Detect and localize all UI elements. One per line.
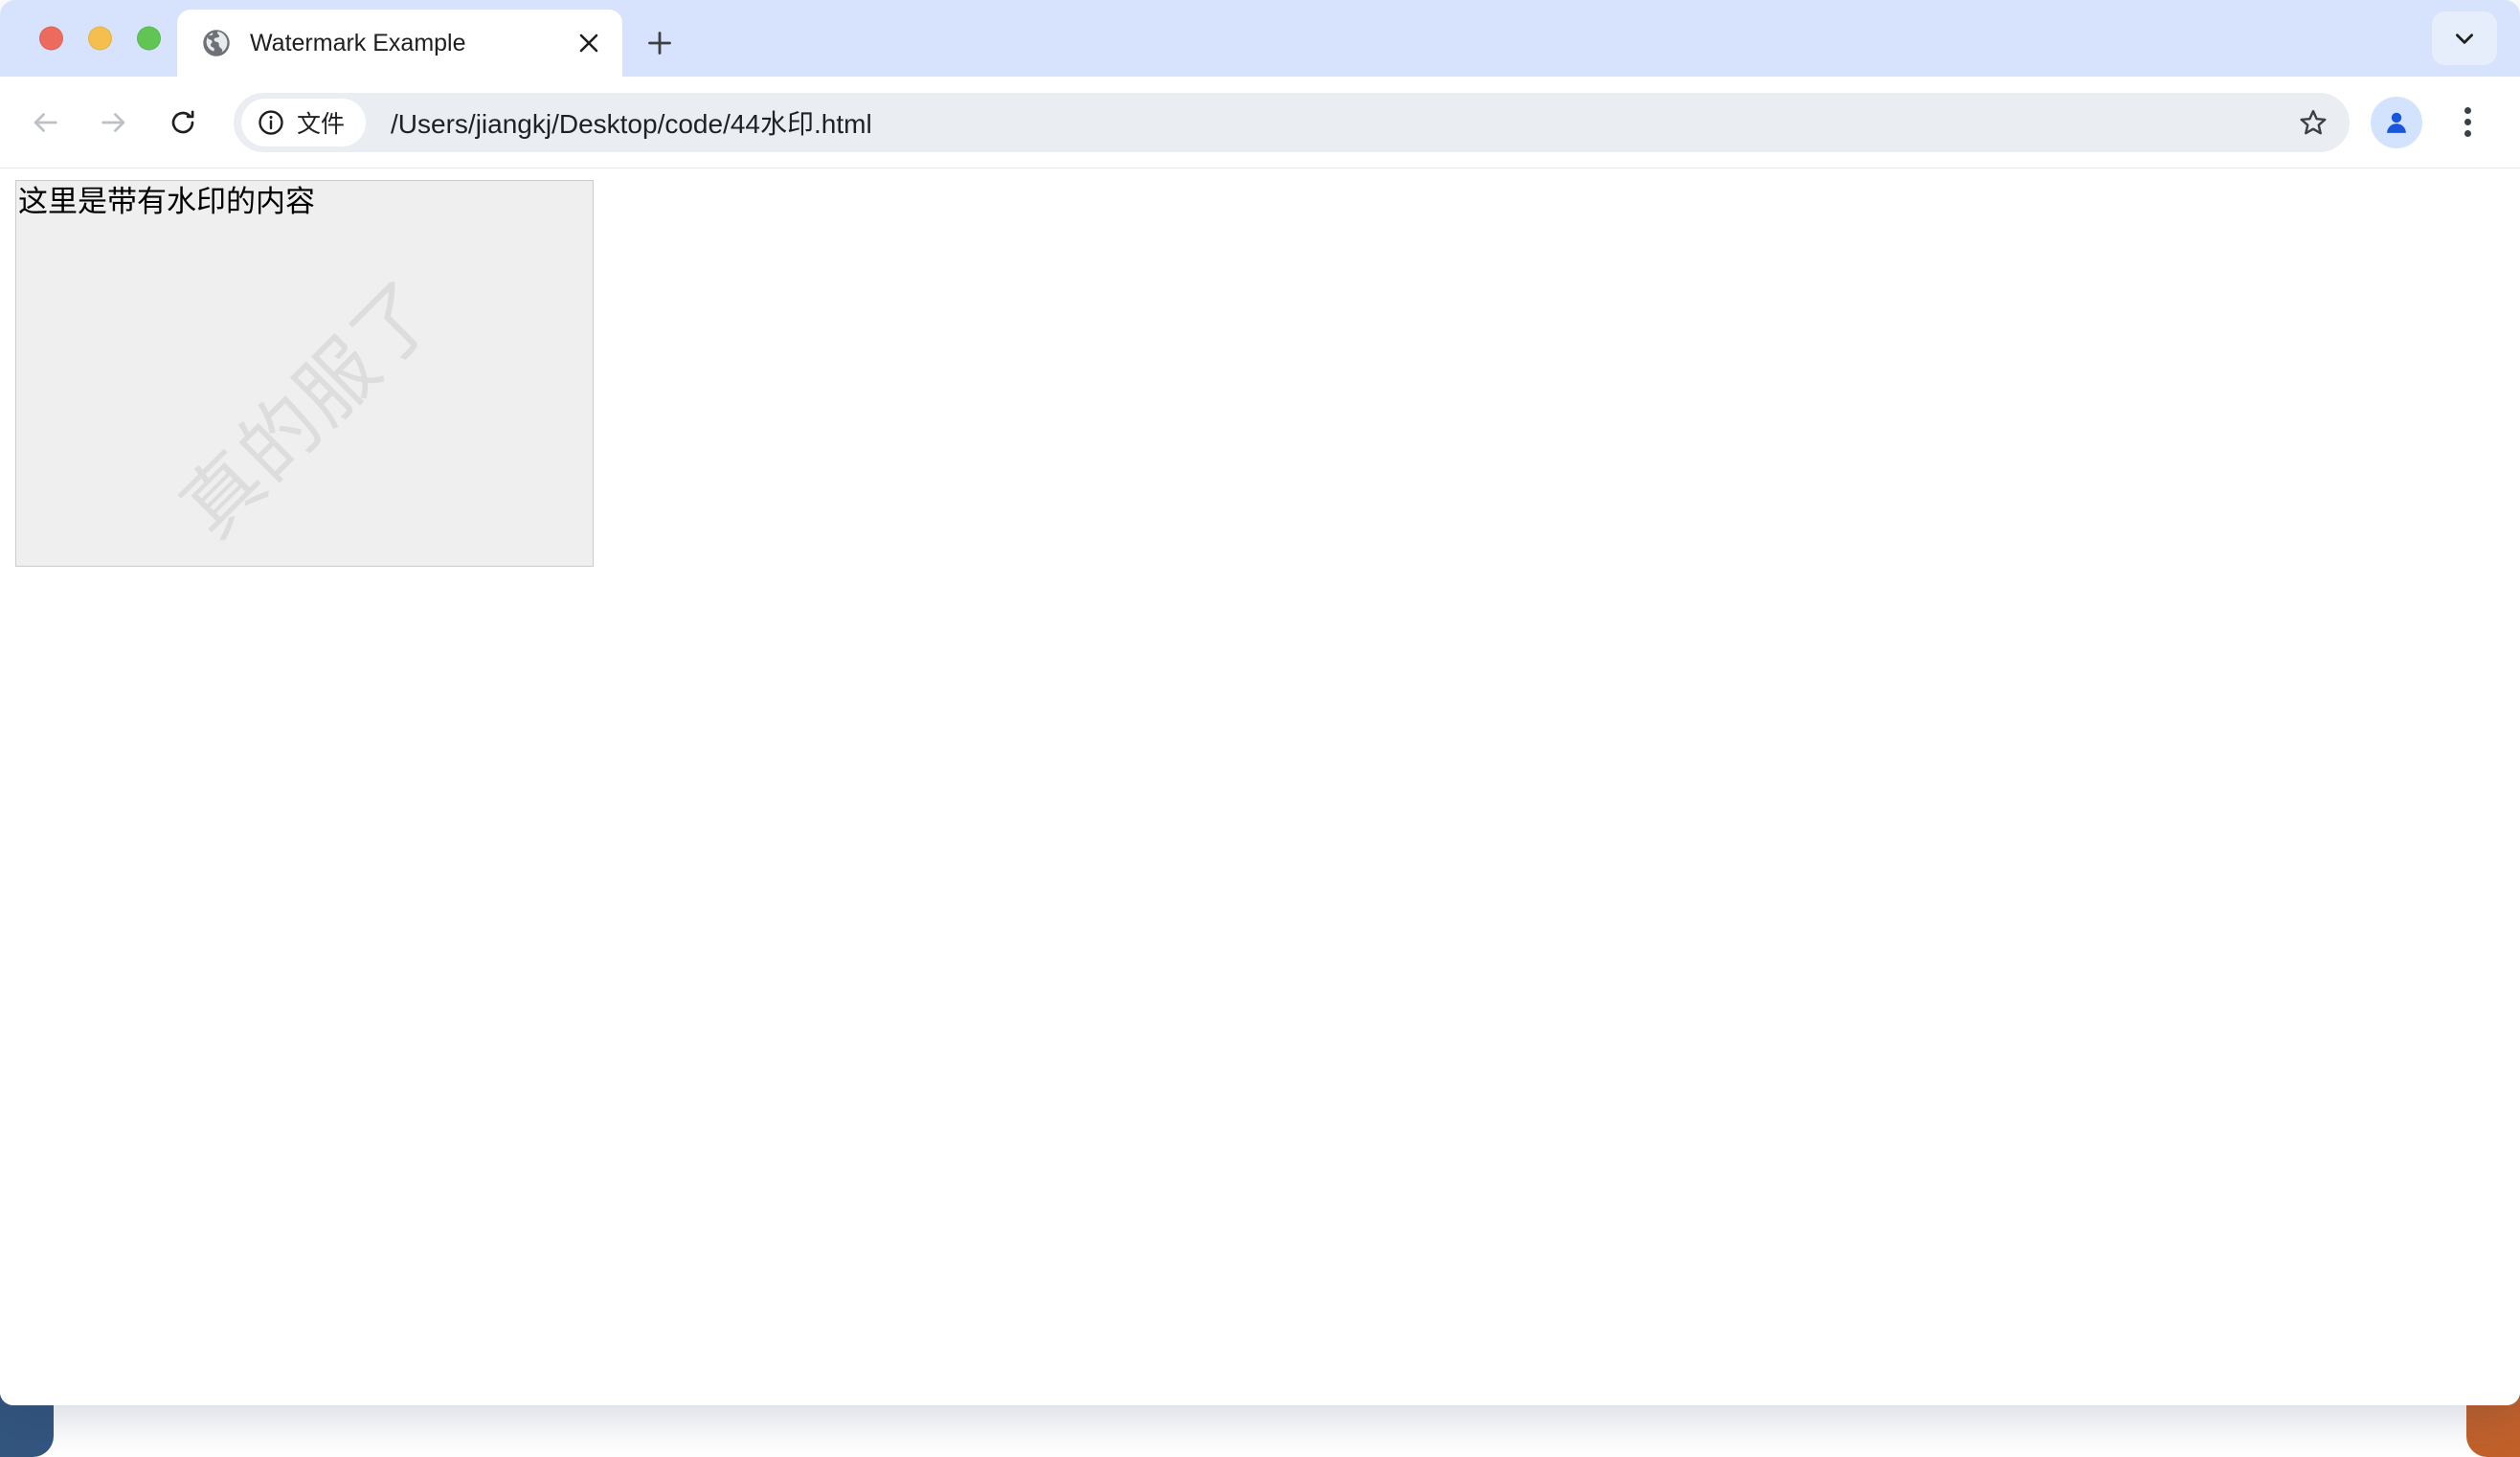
- bookmark-button[interactable]: [2286, 96, 2340, 149]
- plus-icon: [646, 30, 673, 56]
- star-icon: [2298, 107, 2329, 138]
- browser-tab[interactable]: Watermark Example: [177, 10, 622, 77]
- watermark-label: 真的服了: [150, 250, 459, 558]
- url-text[interactable]: /Users/jiangkj/Desktop/code/44水印.html: [391, 103, 2286, 142]
- profile-avatar[interactable]: [2371, 97, 2422, 148]
- globe-icon: [202, 29, 231, 57]
- arrow-left-icon: [29, 106, 61, 139]
- info-circle-icon: [257, 108, 285, 137]
- watermark-overlay: 真的服了: [16, 181, 593, 566]
- browser-window: Watermark Example: [0, 0, 2520, 1405]
- browser-menu-button[interactable]: [2440, 95, 2495, 150]
- chevron-down-icon: [2452, 26, 2477, 51]
- close-icon[interactable]: [569, 23, 609, 63]
- person-icon: [2381, 107, 2412, 138]
- watermark-box-content: 这里是带有水印的内容: [18, 184, 315, 221]
- window-minimize-button[interactable]: [88, 27, 112, 51]
- address-bar[interactable]: 文件 /Users/jiangkj/Desktop/code/44水印.html: [234, 93, 2350, 152]
- forward-button[interactable]: [86, 95, 142, 150]
- window-close-button[interactable]: [39, 27, 63, 51]
- reload-icon: [168, 107, 198, 138]
- site-info-chip[interactable]: 文件: [241, 99, 366, 146]
- site-info-label: 文件: [297, 105, 345, 140]
- window-controls: [39, 27, 161, 51]
- three-dots-icon: [2464, 105, 2471, 140]
- tab-title: Watermark Example: [250, 30, 569, 57]
- window-bottom-edge: [0, 1382, 2520, 1405]
- arrow-right-icon: [98, 106, 130, 139]
- tab-search-button[interactable]: [2432, 11, 2497, 65]
- new-tab-button[interactable]: [636, 19, 684, 67]
- reload-button[interactable]: [155, 95, 211, 150]
- page-viewport: 这里是带有水印的内容 真的服了: [0, 168, 2520, 1405]
- close-glyph: [577, 32, 600, 55]
- browser-toolbar: 文件 /Users/jiangkj/Desktop/code/44水印.html: [0, 77, 2520, 168]
- window-maximize-button[interactable]: [137, 27, 161, 51]
- watermark-box: 这里是带有水印的内容 真的服了: [15, 180, 594, 567]
- back-button[interactable]: [17, 95, 73, 150]
- tab-strip: Watermark Example: [0, 0, 2520, 77]
